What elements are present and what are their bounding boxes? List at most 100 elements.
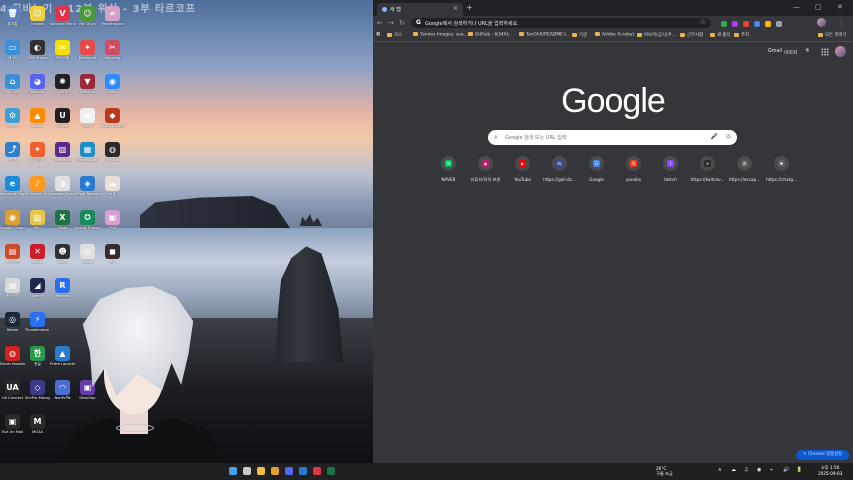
desktop-icon[interactable]: 🗑 휴지통 [0,6,25,38]
taskbar-search-icon[interactable] [243,467,251,475]
desktop-icon[interactable]: UA UA Connect [0,380,25,412]
back-button[interactable]: ← [377,19,383,27]
desktop-icon[interactable]: ◈XSplit Broadcaster [75,176,100,208]
shortcut-tile[interactable]: N NAVER [430,156,467,182]
ext-blue-icon[interactable] [754,21,760,27]
desktop-icon[interactable]: ☺ inkwell [25,6,50,38]
tab-close-icon[interactable]: × [453,5,458,12]
profile-avatar[interactable] [817,18,826,27]
ext-green-icon[interactable] [721,21,727,27]
desktop-icon[interactable]: VValorant Manager [50,6,75,38]
voice-search-icon[interactable]: 🎤 [711,133,718,140]
shortcut-tile[interactable]: ⚙ https://escap... [726,156,763,182]
desktop-icon[interactable]: ☁ 녹음 [100,176,125,208]
desktop-icon[interactable]: ◼ PC [100,244,125,276]
ext-red-icon[interactable] [743,21,749,27]
menu-kebab-icon[interactable]: ⋮ [838,19,845,27]
desktop-icon[interactable]: ✉ 카카오톡 [50,40,75,72]
shortcut-tile[interactable]: t twitch [652,156,689,182]
gmail-link[interactable]: Gmail [768,49,782,54]
desktop-icon[interactable]: ▤ 문서작업 [0,244,25,276]
bookmark-item[interactable]: Yandex Images: sea... [413,32,468,38]
desktop-icon[interactable]: ▤ 메모장 [75,108,100,140]
ext-purple-icon[interactable] [732,21,738,27]
desktop-icon[interactable]: ▣ EsX Un Mail [0,414,25,446]
tray-icon[interactable]: 🔊 [783,467,789,473]
desktop-icon[interactable]: ▧ Wallpaper [50,142,75,174]
desktop-icon[interactable]: ☻ MixIT [50,244,75,276]
desktop-icon[interactable]: ✺ ChatGPT [50,74,75,106]
address-bar[interactable]: G Google에서 검색하거나 URL을 입력하세요. ☆ [411,18,711,28]
desktop-icon[interactable]: ◕ Discord [25,74,50,106]
desktop-icon[interactable]: ✂ Snipping [100,40,125,72]
shortcut-tile[interactable]: dc https://gall.dc... [541,156,578,182]
all-bookmarks-folder[interactable]: 모든 북마크 [818,32,847,38]
desktop-icon[interactable]: ◇SimPro Manager [25,380,50,412]
desktop-icon[interactable]: ◍ VRChat [100,142,125,174]
desktop-icon[interactable]: ✕ Edius [25,244,50,276]
taskbar-valorant-icon[interactable] [313,467,321,475]
taskbar-start-icon[interactable] [229,467,237,475]
tab-new-tab[interactable]: 새 탭 × [377,3,463,16]
bookmark-item[interactable]: 새 폴더 [710,32,731,38]
images-link[interactable]: 이미지 [784,49,797,56]
desktop-icon[interactable]: ◢ OpenVR [25,278,50,310]
taskbar-ms-store-icon[interactable] [299,467,307,475]
desktop-icon[interactable]: ◍Driver Booster 12 [0,346,25,378]
minimize-button[interactable]: — [793,3,800,11]
bookmark-item[interactable]: 기글 [572,32,587,38]
apps-grid-icon[interactable]: ▦ [376,32,380,37]
customize-chrome-button[interactable]: ✎ Chrome 맞춤설정 [796,450,849,460]
tray-icon[interactable]: ⌁ [770,467,773,473]
system-clock[interactable]: 오후 1:56 2025-09-03 [818,465,842,477]
google-apps-icon[interactable] [821,48,829,56]
desktop-icon[interactable]: ✦ 나무위키 [25,142,50,174]
desktop-icon[interactable]: ▲ Adobe [25,108,50,140]
account-avatar[interactable] [835,46,846,57]
lens-search-icon[interactable]: ◎ [726,133,731,140]
bookmark-item[interactable]: GitHub - tt34/tt... [468,32,513,38]
new-tab-button[interactable]: + [466,3,473,12]
shortcut-tile[interactable]: ▶ YouTube [504,156,541,182]
tray-icon[interactable]: ∧ [718,467,722,473]
desktop-icon[interactable]: ✦ Battle.net [75,40,100,72]
bookmark-item[interactable]: Adobe Acrobat [595,32,634,38]
desktop-icon[interactable]: ◉Google Chrome [0,210,25,242]
bookmark-item[interactable]: 근무사항 [680,32,703,38]
desktop-icon[interactable]: ◆MOBA LEGENDS [100,108,125,140]
desktop-icon[interactable]: ◎ Voice [75,244,100,276]
labs-flask-icon[interactable]: ⚗ [805,49,809,54]
close-window-button[interactable]: ✕ [837,3,843,11]
taskbar-discord-icon[interactable] [285,467,293,475]
desktop-icon[interactable]: ◐ OBS Studio [25,40,50,72]
taskbar-excel-icon[interactable] [327,467,335,475]
desktop-icon[interactable]: U Unreal [50,108,75,140]
shortcut-tile[interactable]: ✕ https://twitcev... [689,156,726,182]
desktop-icon[interactable]: ▦ Stream Deck [75,142,100,174]
shortcut-tile[interactable]: ✺ https://chatg... [763,156,800,182]
bookmark-item[interactable]: 주차 [734,32,749,38]
reload-button[interactable]: ↻ [399,19,405,27]
desktop-icon[interactable]: ☺ Fall Guys [75,6,100,38]
shortcut-tile[interactable]: Яyandex [615,156,652,182]
shortcut-tile[interactable]: ◉ 유튜브/뮤직 보관 [467,156,504,183]
tray-icon[interactable]: 🔋 [796,467,802,473]
desktop-icon[interactable]: ⌂ 네트워크 [0,74,25,106]
desktop-icon[interactable]: M MOZA [25,414,50,446]
desktop-icon[interactable]: ◑Lossless Scaling [50,176,75,208]
bookmark-item[interactable]: 아보카(공식)쿠... [637,32,676,38]
forward-button[interactable]: → [388,19,394,27]
desktop-icon[interactable]: ♪ FL Studio 2024 [25,176,50,208]
desktop-icon[interactable]: ⤴ 원격 [0,142,25,174]
bookmark-star-icon[interactable]: ☆ [700,18,706,26]
desktop-icon[interactable]: e Microsoft Edge [0,176,25,208]
tray-icon[interactable]: ◉ [757,467,761,473]
ext-gray-icon[interactable] [776,21,782,27]
desktop-icon[interactable]: ◉ Zoom [100,74,125,106]
weather-widget[interactable]: 26°C 구름 조금 [656,466,673,476]
bookmark-item[interactable]: TanGhX/README t... [519,32,570,38]
taskbar-explorer-icon[interactable] [257,467,265,475]
desktop-icon[interactable]: ▭ 내 PC [0,40,25,72]
desktop-icon[interactable]: ⚡Thunderstore Mod Mana... [25,312,50,344]
desktop-icon[interactable]: ⚙ 제어판 [0,108,25,140]
